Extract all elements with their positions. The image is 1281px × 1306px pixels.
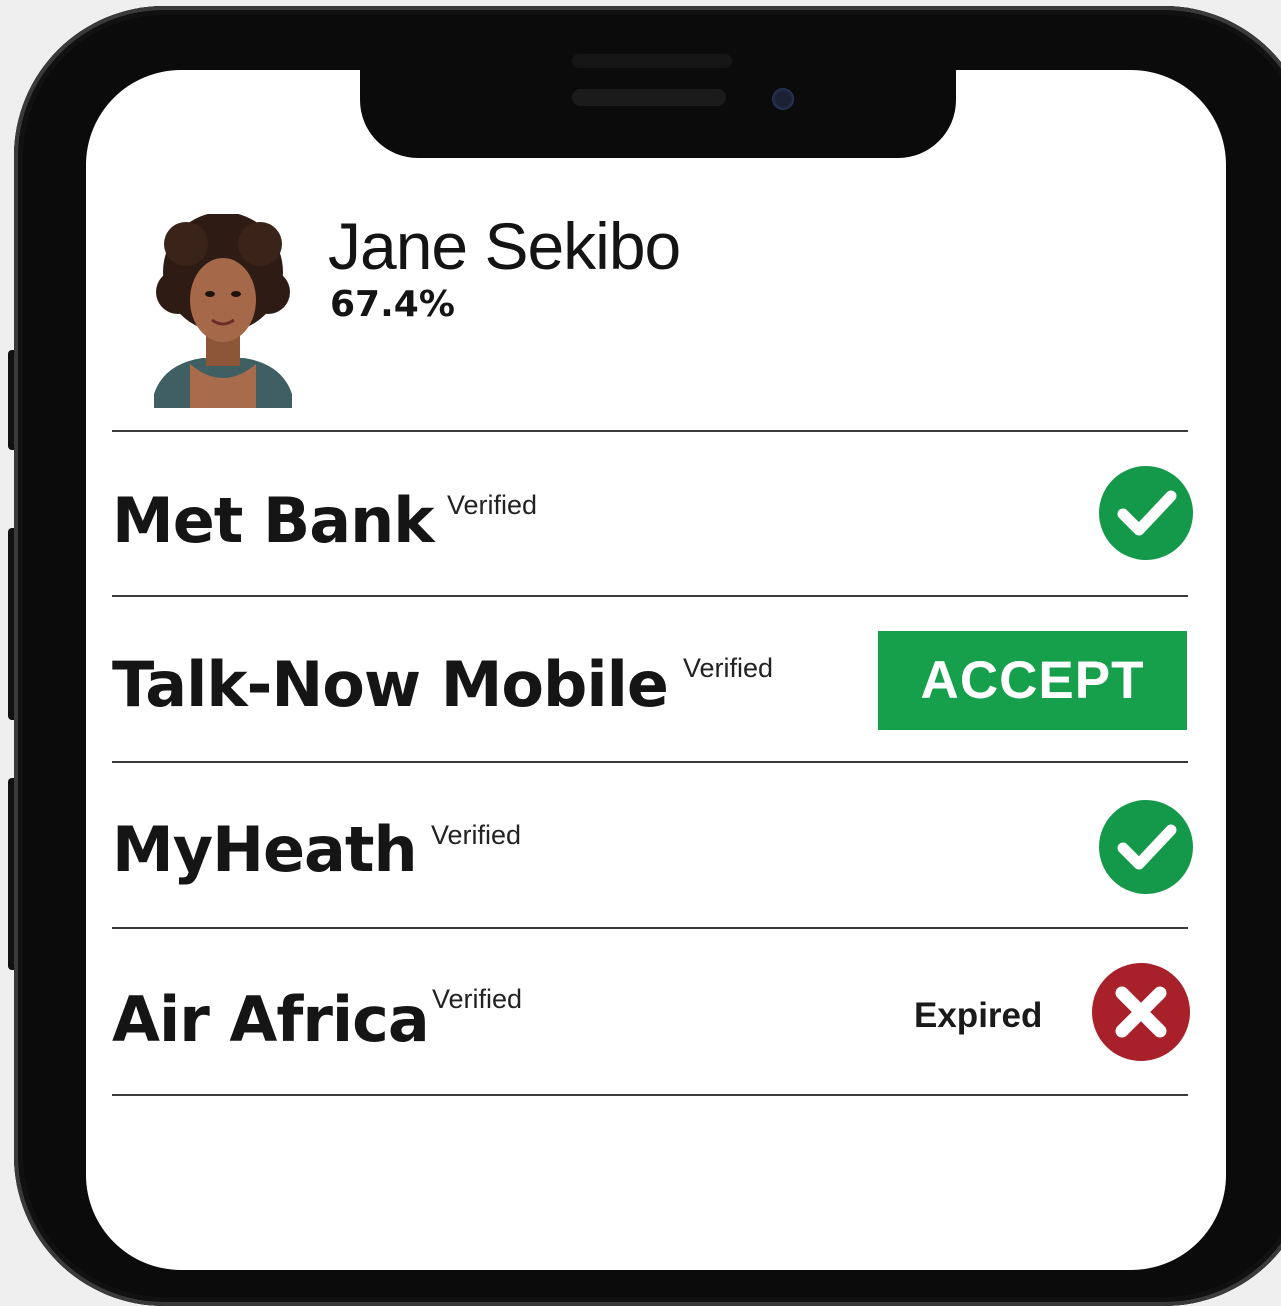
account-name-myheath: MyHeath [112,813,418,886]
user-name: Jane Sekibo [328,209,681,283]
divider [112,1094,1188,1096]
divider [112,927,1188,929]
user-score: 67.4% [330,284,455,325]
verified-badge: Verified [431,820,522,850]
front-camera-icon [772,88,794,110]
divider [112,595,1188,597]
verified-badge: Verified [447,490,538,520]
accept-button[interactable]: ACCEPT [878,631,1187,730]
expired-status-label: Expired [914,996,1043,1035]
verified-badge: Verified [432,984,523,1014]
speaker-grille [572,89,726,106]
check-circle-icon [1099,466,1193,560]
divider [112,761,1188,763]
x-circle-icon [1092,963,1190,1061]
divider [112,430,1188,432]
speaker-grille-top [572,54,732,68]
avatar [150,212,296,408]
account-name-talk-now-mobile: Talk-Now Mobile [112,648,669,721]
account-name-met-bank: Met Bank [112,484,434,557]
verified-badge: Verified [683,653,774,683]
check-circle-icon [1099,800,1193,894]
phone-notch [360,54,956,158]
account-name-air-africa: Air Africa [112,983,430,1056]
